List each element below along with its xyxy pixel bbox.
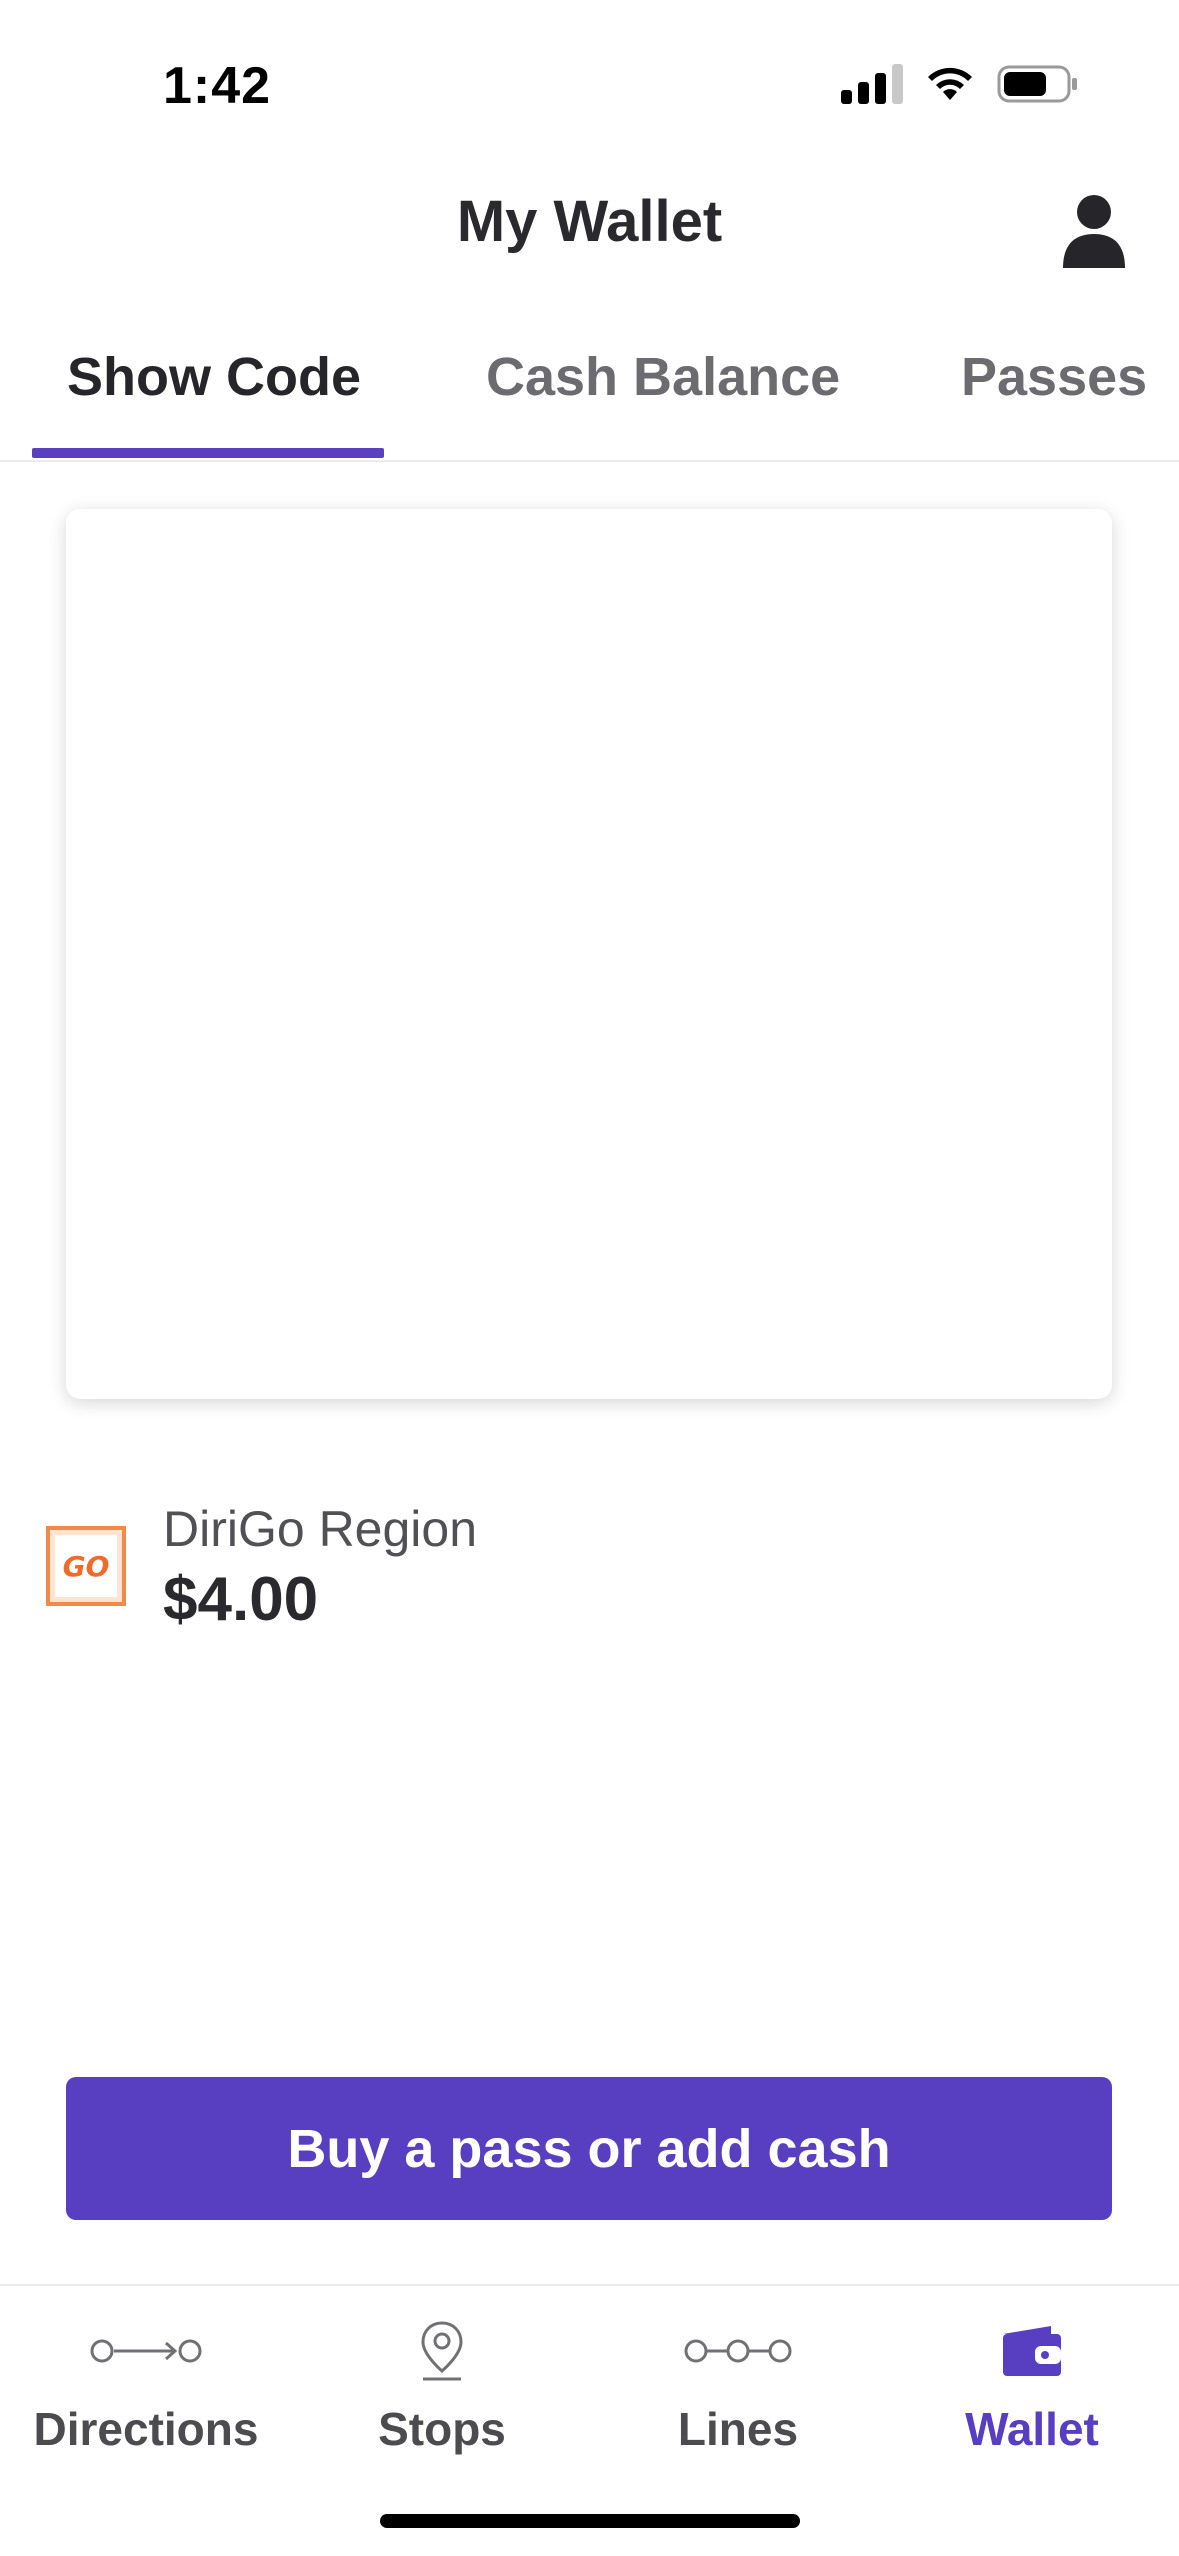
profile-button[interactable] bbox=[1059, 190, 1129, 270]
location-pin-icon bbox=[302, 2314, 582, 2388]
buy-pass-button[interactable]: Buy a pass or add cash bbox=[66, 2077, 1112, 2220]
agency-name: DiriGo Region bbox=[163, 1501, 478, 1557]
wifi-icon bbox=[928, 67, 972, 100]
status-bar: 1:42 bbox=[0, 0, 1179, 150]
home-indicator bbox=[380, 2514, 800, 2528]
wallet-icon bbox=[892, 2314, 1172, 2388]
nav-lines-label: Lines bbox=[677, 2403, 799, 2455]
directions-icon bbox=[6, 2314, 286, 2388]
nav-stops-label: Stops bbox=[378, 2403, 506, 2455]
active-tab-indicator bbox=[32, 448, 384, 458]
nav-directions[interactable]: Directions bbox=[6, 2314, 286, 2456]
wallet-tabs: Show Code Cash Balance Passes bbox=[0, 320, 1179, 462]
nav-lines[interactable]: Lines bbox=[598, 2314, 878, 2456]
cellular-signal-icon bbox=[841, 64, 903, 104]
nav-wallet-label: Wallet bbox=[965, 2403, 1099, 2455]
balance-amount: $4.00 bbox=[163, 1565, 319, 1634]
agency-logo-text: GO bbox=[55, 1535, 117, 1597]
agency-logo-icon: GO bbox=[46, 1526, 126, 1606]
tab-show-code[interactable]: Show Code bbox=[67, 346, 361, 408]
fare-code-card bbox=[66, 509, 1112, 1399]
tab-passes[interactable]: Passes bbox=[961, 346, 1147, 408]
tab-cash-balance[interactable]: Cash Balance bbox=[486, 346, 840, 408]
status-time: 1:42 bbox=[163, 57, 272, 115]
agency-balance: GO DiriGo Region $4.00 bbox=[46, 1500, 1126, 1640]
header: My Wallet bbox=[0, 170, 1179, 280]
user-icon bbox=[1063, 195, 1125, 268]
status-icons bbox=[841, 64, 1079, 104]
battery-icon bbox=[997, 65, 1077, 103]
nav-stops[interactable]: Stops bbox=[302, 2314, 582, 2456]
page-title: My Wallet bbox=[456, 189, 723, 254]
lines-icon bbox=[598, 2314, 878, 2388]
nav-wallet[interactable]: Wallet bbox=[892, 2314, 1172, 2456]
nav-directions-label: Directions bbox=[33, 2403, 259, 2455]
